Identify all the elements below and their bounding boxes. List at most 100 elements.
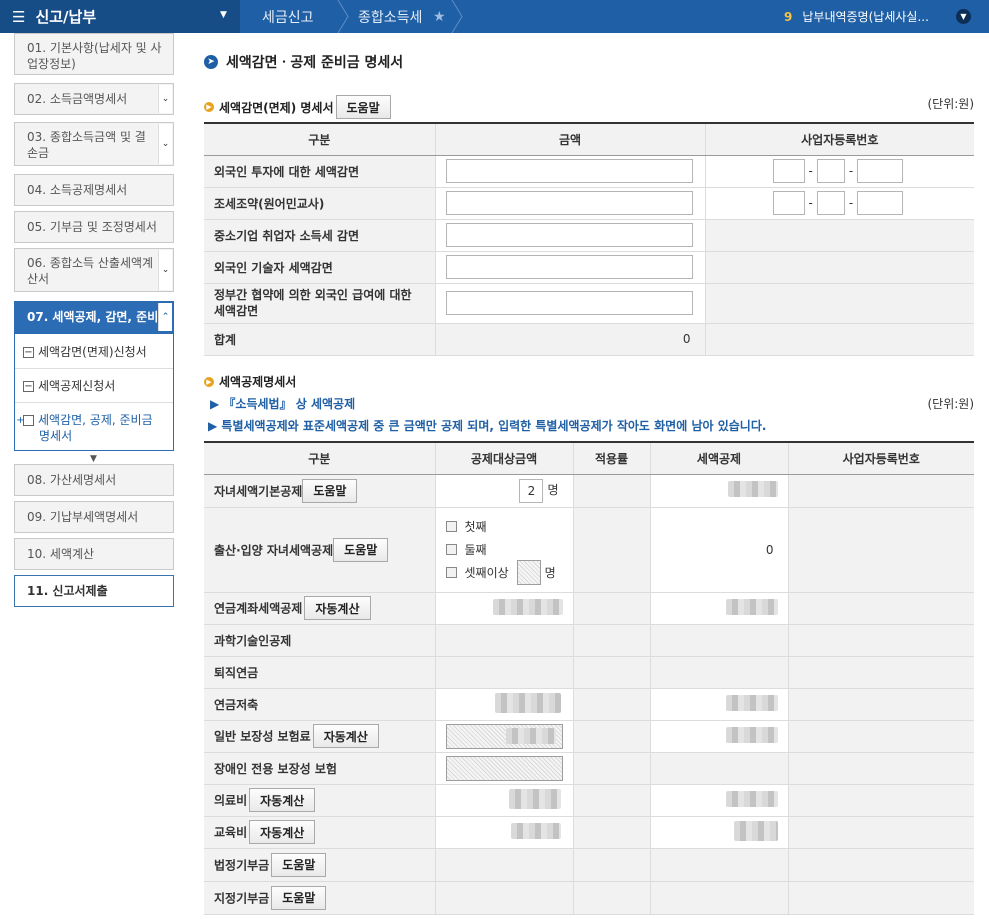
breadcrumb-tax-filing[interactable]: 세금신고 — [262, 0, 314, 33]
sidebar-step-05[interactable]: 05. 기부금 및 조정명세서 — [14, 211, 174, 243]
help-button[interactable]: 도움말 — [271, 852, 327, 877]
submenu-item-credit-request[interactable]: − 세액공제신청서 — [23, 378, 115, 394]
menu-title-button[interactable]: ☰ 신고/납부 ▼ — [0, 0, 240, 33]
submenu-item-label: 세액감면, 공제, 준비금 명세서 — [38, 413, 153, 443]
birth-credit-value: 0 — [650, 507, 789, 593]
sidebar-step-08[interactable]: 08. 가산세명세서 — [14, 464, 174, 496]
sidebar-step-11[interactable]: 11. 신고서제출 — [14, 575, 174, 607]
sidebar-step-10[interactable]: 10. 세액계산 — [14, 538, 174, 570]
redacted-value — [508, 788, 561, 809]
bizno-input-3[interactable] — [857, 191, 904, 215]
redacted-value — [725, 694, 778, 711]
auto-calc-button[interactable]: 자동계산 — [304, 596, 371, 620]
amount-input[interactable] — [445, 191, 693, 215]
chevron-down-icon[interactable]: ⌄ — [158, 85, 172, 113]
table-row: 장애인 전용 보장성 보험 — [204, 752, 974, 785]
help-button[interactable]: 도움말 — [271, 885, 327, 910]
birth-second-checkbox[interactable]: 둘째 — [445, 538, 573, 561]
table-row: 지정기부금 도움말 — [204, 881, 974, 915]
divider — [15, 402, 173, 403]
page-title-text: 세액감면ㆍ공제 준비금 명세서 — [226, 55, 404, 71]
sidebar-step-label: 05. 기부금 및 조정명세서 — [27, 220, 157, 234]
table-row: 정부간 협약에 의한 외국인 급여에 대한 세액감면 — [204, 283, 974, 324]
sidebar-step-label: 03. 종합소득금액 및 결손금 — [27, 130, 146, 160]
chevron-down-icon[interactable]: ⌄ — [158, 124, 172, 164]
birth-first-checkbox[interactable]: 첫째 — [445, 515, 573, 538]
child-count-input[interactable]: 2 — [519, 478, 544, 503]
sidebar-step-label: 01. 기본사항(납세자 및 사업장정보) — [27, 41, 162, 71]
sidebar-step-04[interactable]: 04. 소득공제명세서 — [14, 174, 174, 206]
column-header: 사업자등록번호 — [705, 123, 974, 156]
column-header: 세액공제 — [650, 442, 789, 475]
section-title-text: 세액감면(면제) 명세서 — [219, 100, 334, 115]
caret-down-icon: ▼ — [220, 10, 227, 20]
redacted-value — [725, 790, 778, 807]
sidebar-step-label: 07. 세액공제, 감면, 준비 — [27, 310, 159, 324]
favorite-star-icon[interactable]: ★ — [433, 0, 446, 33]
bizno-input-2[interactable] — [816, 159, 845, 183]
breadcrumb-income-tax[interactable]: 종합소득세 — [358, 0, 422, 33]
table-row: 연금계좌세액공제 자동계산 — [204, 592, 974, 625]
bullet-icon: ▶ — [204, 376, 214, 387]
column-header: 금액 — [435, 123, 706, 156]
dash: - — [808, 196, 813, 210]
amount-input[interactable] — [445, 291, 693, 315]
sidebar-step-01[interactable]: 01. 기본사항(납세자 및 사업장정보) — [14, 33, 174, 75]
row-label: 연금계좌세액공제 — [214, 601, 303, 616]
bizno-input-2[interactable] — [816, 191, 845, 215]
bizno-input-1[interactable] — [772, 191, 805, 215]
third-count-input[interactable] — [516, 560, 541, 585]
expand-icon: + — [16, 415, 34, 426]
note-standard-credit: ▶ 특별세액공제와 표준세액공제 중 큰 금액만 공제 되며, 입력한 특별세액… — [208, 419, 767, 433]
sidebar-step-07[interactable]: 07. 세액공제, 감면, 준비 ⌃ — [14, 301, 174, 333]
chevron-down-icon[interactable]: ▼ — [956, 9, 971, 24]
auto-calc-button[interactable]: 자동계산 — [249, 820, 316, 844]
sidebar-step-03[interactable]: 03. 종합소득금액 및 결손금 ⌄ — [14, 122, 174, 166]
unit-label: (단위:원) — [927, 97, 974, 111]
notification-item[interactable]: 9 납부내역증명(납세사실... — [784, 0, 929, 33]
insurance-amount-input[interactable] — [445, 723, 563, 749]
submenu-item-label: 세액감면(면제)신청서 — [38, 345, 147, 359]
birth-third-checkbox[interactable]: 셋째이상 명 — [445, 560, 573, 585]
notification-count: 9 — [784, 9, 793, 24]
submenu-item-reduction-request[interactable]: − 세액감면(면제)신청서 — [23, 344, 147, 360]
disabled-insurance-input[interactable] — [445, 755, 563, 781]
column-header: 적용률 — [573, 442, 651, 475]
notification-text: 납부내역증명(납세사실... — [802, 10, 929, 24]
sidebar-step-label: 09. 기납부세액명세서 — [27, 510, 139, 524]
row-label: 장애인 전용 보장성 보험 — [204, 752, 436, 785]
sidebar-submenu: − 세액감면(면제)신청서 − 세액공제신청서 + 세액감면, 공제, 준비금 명세서 — [14, 333, 174, 451]
collapse-icon: − — [23, 347, 34, 358]
table-row: 외국인 투자에 대한 세액감면 - - — [204, 155, 974, 188]
section-title-text: 세액공제명세서 — [219, 375, 297, 389]
amount-input[interactable] — [445, 255, 693, 279]
sidebar-step-label: 04. 소득공제명세서 — [27, 183, 128, 197]
sidebar-step-label: 08. 가산세명세서 — [27, 473, 117, 487]
redacted-value — [727, 481, 778, 497]
row-label: 외국인 기술자 세액감면 — [204, 251, 436, 284]
table-row: 교육비 자동계산 — [204, 816, 974, 849]
amount-input[interactable] — [445, 159, 693, 183]
help-button[interactable]: 도움말 — [302, 478, 358, 503]
row-label: 퇴직연금 — [204, 656, 436, 689]
section-title-credit: ▶ 세액공제명세서 — [204, 373, 296, 390]
chevron-down-icon[interactable]: ⌄ — [158, 250, 172, 290]
help-button[interactable]: 도움말 — [335, 95, 391, 119]
person-unit: 명 — [547, 483, 559, 497]
bizno-input-1[interactable] — [772, 159, 805, 183]
sidebar-step-06[interactable]: 06. 종합소득 산출세액계산서 ⌄ — [14, 248, 174, 292]
arrow-down-icon: ▼ — [90, 454, 97, 464]
amount-input[interactable] — [445, 223, 693, 247]
submenu-item-statement[interactable]: + 세액감면, 공제, 준비금 명세서 — [16, 412, 167, 444]
bizno-input-3[interactable] — [857, 159, 904, 183]
sidebar-step-02[interactable]: 02. 소득금액명세서 ⌄ — [14, 83, 174, 115]
auto-calc-button[interactable]: 자동계산 — [312, 724, 379, 748]
table-row-total: 합계 0 — [204, 323, 974, 356]
auto-calc-button[interactable]: 자동계산 — [249, 788, 316, 812]
chevron-up-icon[interactable]: ⌃ — [158, 303, 172, 331]
page-title: ➤ 세액감면ㆍ공제 준비금 명세서 — [204, 52, 403, 72]
dash: - — [848, 196, 854, 210]
help-button[interactable]: 도움말 — [333, 537, 389, 562]
sidebar-step-label: 02. 소득금액명세서 — [27, 92, 128, 106]
sidebar-step-09[interactable]: 09. 기납부세액명세서 — [14, 501, 174, 533]
